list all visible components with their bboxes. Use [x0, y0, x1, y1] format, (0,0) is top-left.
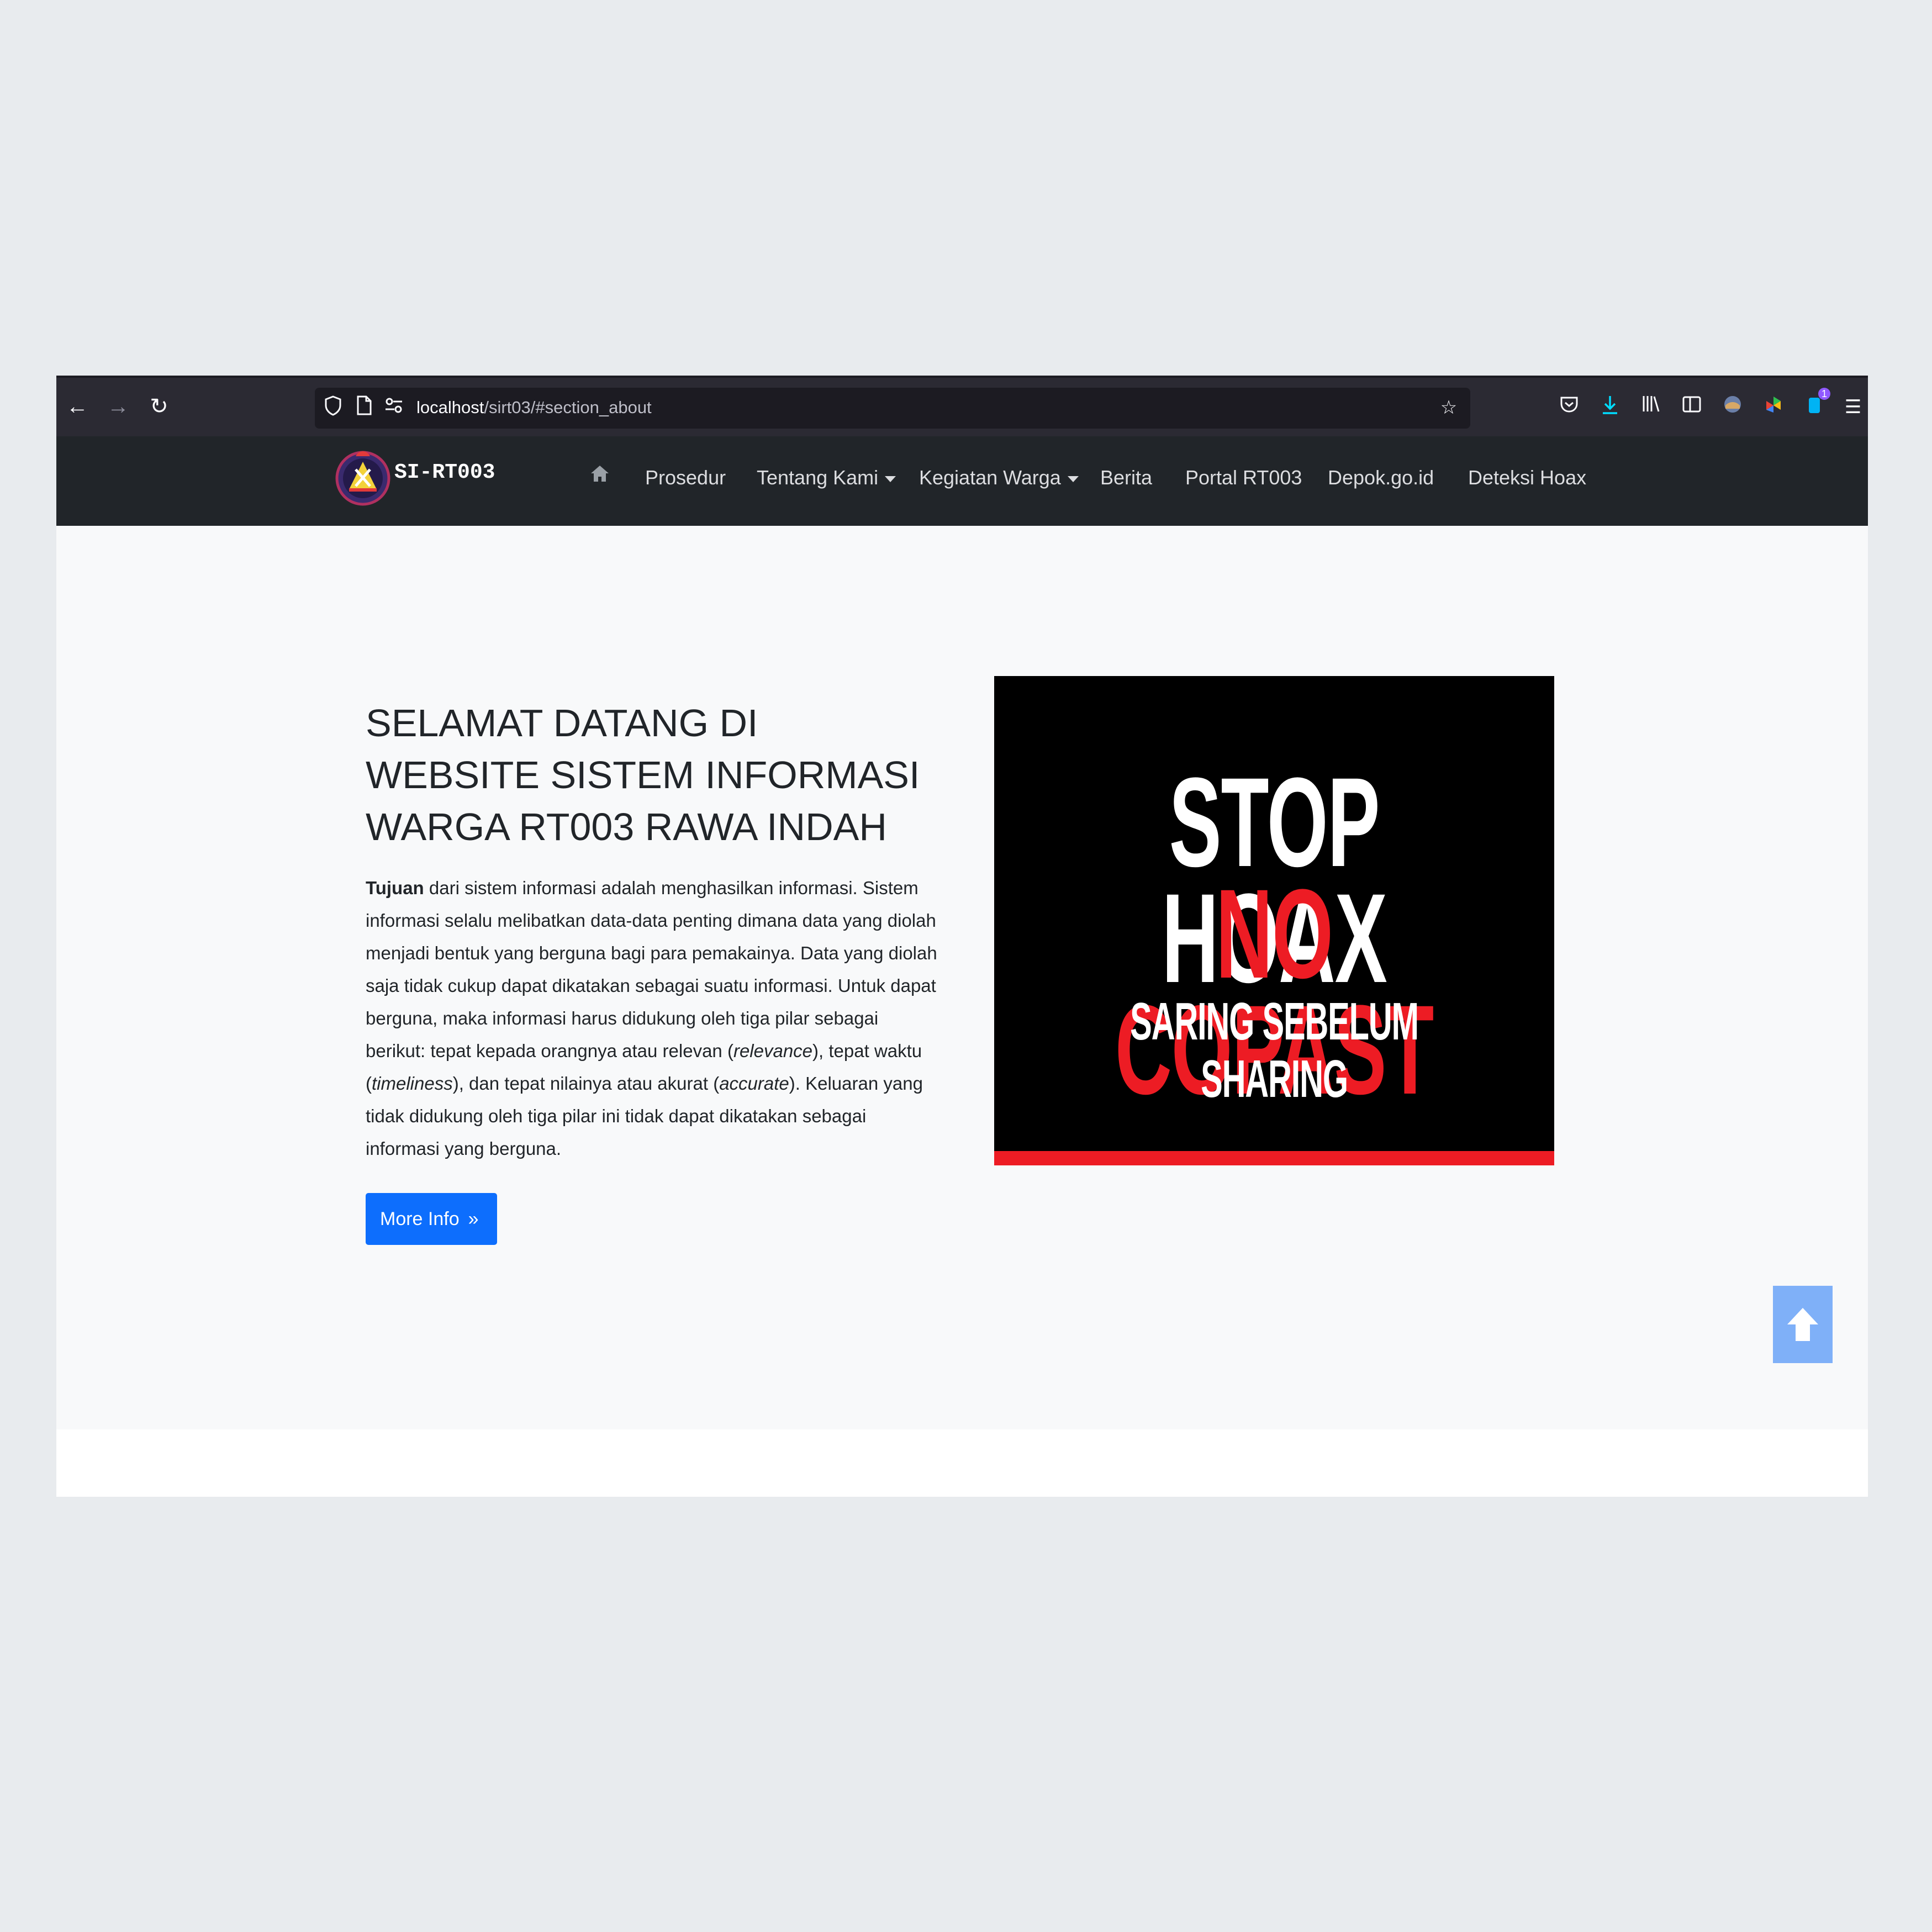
menu-hamburger-icon[interactable]: ☰	[1840, 394, 1866, 420]
caret-down-icon	[1067, 476, 1079, 482]
back-arrow-icon[interactable]: ←	[64, 393, 91, 420]
pocket-icon[interactable]	[1556, 394, 1582, 420]
extension-color-icon[interactable]	[1761, 394, 1786, 420]
reload-icon[interactable]: ↻	[146, 393, 172, 420]
extension-badge-icon[interactable]: 1	[1802, 388, 1830, 420]
nav-item-portal-rt003[interactable]: Portal RT003	[1185, 466, 1302, 489]
nav-item-label: Kegiatan Warga	[919, 466, 1061, 489]
nav-item-prosedur[interactable]: Prosedur	[645, 466, 726, 489]
url-path: /sirt03/#section_about	[484, 398, 652, 417]
browser-window: ← → ↻ localhost/sirt03/#section_about ☆	[56, 376, 1868, 1497]
site-brand[interactable]: SI-RT003	[394, 461, 495, 484]
para-bold: Tujuan	[366, 878, 424, 898]
nav-item-tentang-kami[interactable]: Tentang Kami	[757, 466, 896, 489]
sidebar-icon[interactable]	[1679, 394, 1704, 420]
stop-hoax-poster: STOP HOAX NO COPAST SARING SEBELUM SHARI…	[994, 676, 1554, 1165]
extension-globe-icon[interactable]	[1720, 394, 1745, 420]
nav-item-label: Berita	[1100, 466, 1153, 489]
shield-icon[interactable]	[320, 395, 346, 420]
bookmark-star-icon[interactable]: ☆	[1436, 395, 1461, 420]
nav-item-label: Prosedur	[645, 466, 726, 489]
url-text[interactable]: localhost/sirt03/#section_about	[416, 398, 652, 418]
scroll-to-top-button[interactable]	[1773, 1286, 1833, 1363]
nav-item-label: Tentang Kami	[757, 466, 879, 489]
poster-line-3: SARING SEBELUM SHARING	[1130, 992, 1419, 1108]
nav-item-deteksi-hoax[interactable]: Deteksi Hoax	[1468, 466, 1586, 489]
extension-badge-count: 1	[1818, 388, 1830, 400]
home-icon[interactable]	[589, 463, 611, 485]
permissions-icon[interactable]	[381, 395, 407, 420]
nav-item-kegiatan-warga[interactable]: Kegiatan Warga	[919, 466, 1079, 489]
arrow-up-icon	[1787, 1308, 1818, 1341]
about-section: SELAMAT DATANG DI WEBSITE SISTEM INFORMA…	[56, 526, 1868, 1429]
nav-item-depok[interactable]: Depok.go.id	[1328, 466, 1434, 489]
library-icon[interactable]	[1638, 394, 1664, 420]
nav-item-label: Deteksi Hoax	[1468, 466, 1587, 489]
more-info-label: More Info	[380, 1208, 460, 1229]
para-italic: timeliness	[372, 1073, 453, 1094]
footer-strip	[56, 1429, 1868, 1497]
site-logo[interactable]	[335, 445, 391, 507]
poster-red-bar	[994, 1151, 1554, 1165]
download-icon[interactable]	[1597, 394, 1623, 420]
nav-item-label: Depok.go.id	[1328, 466, 1434, 489]
more-info-button[interactable]: More Info »	[366, 1193, 497, 1245]
nav-item-berita[interactable]: Berita	[1100, 466, 1152, 489]
para-italic: relevance	[733, 1041, 813, 1061]
forward-arrow-icon[interactable]: →	[105, 393, 131, 420]
page-icon[interactable]	[351, 395, 377, 420]
url-host: localhost	[416, 398, 484, 417]
caret-down-icon	[885, 476, 896, 482]
double-chevron-right-icon: »	[468, 1208, 479, 1229]
para-italic: accurate	[719, 1073, 789, 1094]
para-text: dari sistem informasi adalah menghasilka…	[366, 878, 937, 1061]
url-bar[interactable]: localhost/sirt03/#section_about ☆	[315, 388, 1470, 429]
page-title: SELAMAT DATANG DI WEBSITE SISTEM INFORMA…	[366, 701, 920, 848]
site-navbar: SI-RT003 Prosedur Tentang Kami Kegiatan …	[56, 436, 1868, 526]
para-text: ), dan tepat nilainya atau akurat (	[452, 1073, 720, 1094]
nav-item-label: Portal RT003	[1185, 466, 1302, 489]
about-paragraph: Tujuan dari sistem informasi adalah meng…	[366, 872, 940, 1165]
browser-toolbar: ← → ↻ localhost/sirt03/#section_about ☆	[56, 376, 1868, 436]
